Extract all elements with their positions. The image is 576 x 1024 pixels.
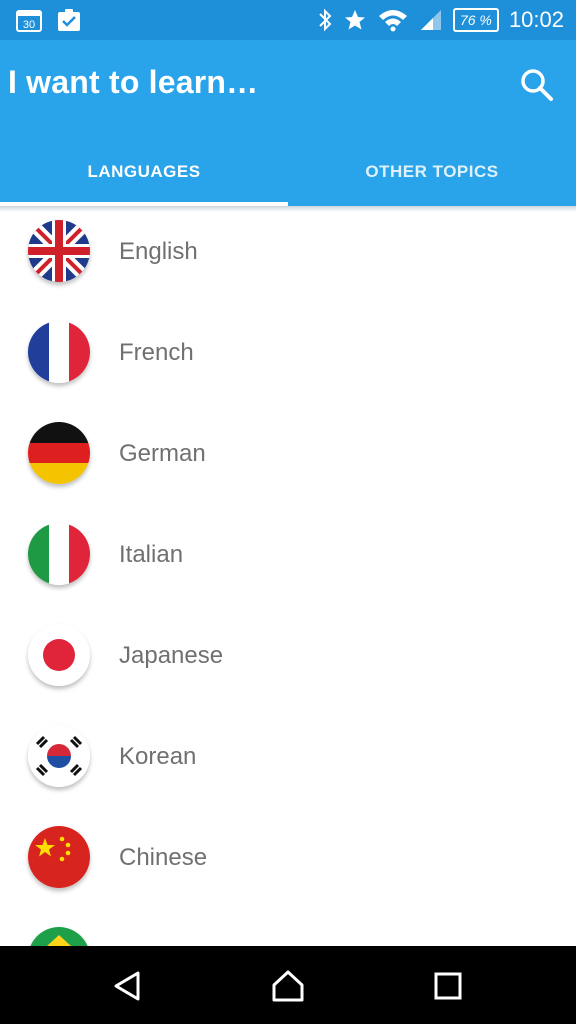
notification-icons: 30 bbox=[16, 8, 82, 32]
wifi-icon bbox=[378, 10, 407, 32]
navigation-bar bbox=[0, 946, 576, 1024]
uk-flag-icon bbox=[28, 220, 90, 282]
france-flag-icon bbox=[28, 321, 90, 383]
home-icon bbox=[272, 970, 304, 1002]
star-icon bbox=[344, 10, 365, 30]
language-label: Italian bbox=[119, 541, 184, 568]
korea-flag-icon bbox=[28, 725, 90, 787]
back-icon bbox=[114, 971, 140, 1001]
battery-indicator: 76 % bbox=[452, 8, 499, 32]
system-icons: 76 % 10:02 bbox=[317, 7, 564, 33]
search-icon bbox=[521, 69, 553, 101]
task-done-icon bbox=[58, 9, 80, 31]
list-item-italian[interactable]: Italian bbox=[0, 509, 576, 610]
app-bar: I want to learn… LANGUAGES OTHER TOPICS bbox=[0, 40, 576, 206]
language-label: Korean bbox=[119, 743, 197, 770]
bluetooth-icon bbox=[319, 8, 332, 32]
battery-percentage: 76 % bbox=[459, 12, 492, 28]
japan-flag-icon bbox=[28, 624, 90, 686]
home-button[interactable] bbox=[270, 968, 306, 1004]
language-label: Chinese bbox=[119, 844, 208, 871]
clock: 10:02 bbox=[508, 7, 564, 32]
brazil-flag-icon bbox=[28, 927, 90, 946]
tab-other-topics[interactable]: OTHER TOPICS bbox=[288, 138, 576, 206]
page-title: I want to learn… bbox=[8, 64, 259, 100]
calendar-day: 30 bbox=[23, 19, 35, 31]
status-bar: 30 76 % 10:02 bbox=[0, 0, 576, 40]
tab-bar: LANGUAGES OTHER TOPICS bbox=[0, 138, 576, 206]
china-flag-icon bbox=[28, 826, 90, 888]
list-item-japanese[interactable]: Japanese bbox=[0, 610, 576, 711]
language-label: English bbox=[119, 238, 198, 265]
search-button[interactable] bbox=[518, 66, 556, 104]
back-button[interactable] bbox=[110, 968, 146, 1004]
list-item-korean[interactable]: Korean bbox=[0, 711, 576, 812]
signal-icon bbox=[420, 10, 441, 30]
recent-apps-icon bbox=[434, 972, 462, 1000]
list-item-partial[interactable] bbox=[0, 913, 576, 946]
list-item-chinese[interactable]: Chinese bbox=[0, 812, 576, 913]
recent-apps-button[interactable] bbox=[430, 968, 466, 1004]
language-label: Japanese bbox=[119, 642, 224, 669]
language-label: French bbox=[119, 339, 194, 366]
list-item-french[interactable]: French bbox=[0, 307, 576, 408]
language-list: English French German Italian Japanese K… bbox=[0, 206, 576, 946]
tab-languages[interactable]: LANGUAGES bbox=[0, 138, 288, 206]
italy-flag-icon bbox=[28, 523, 90, 585]
language-label: German bbox=[119, 440, 206, 467]
germany-flag-icon bbox=[28, 422, 90, 484]
list-item-german[interactable]: German bbox=[0, 408, 576, 509]
calendar-icon: 30 bbox=[16, 10, 42, 32]
list-item-english[interactable]: English bbox=[0, 206, 576, 307]
